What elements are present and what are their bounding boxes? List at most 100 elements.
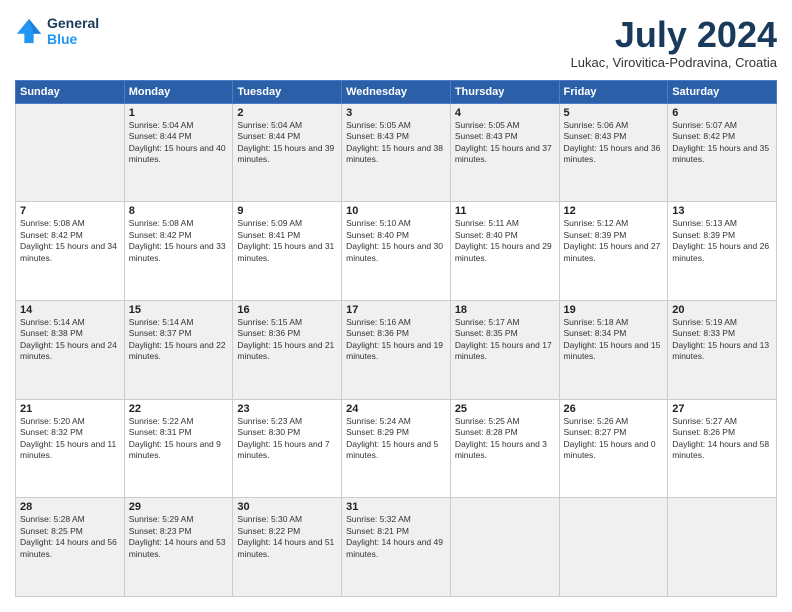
calendar-week-row: 7 Sunrise: 5:08 AMSunset: 8:42 PMDaylight…: [16, 202, 777, 301]
table-row: 29Sunrise: 5:29 AMSunset: 8:23 PMDayligh…: [124, 498, 233, 597]
day-info: Sunrise: 5:25 AMSunset: 8:28 PMDaylight:…: [455, 416, 555, 462]
table-row: 2Sunrise: 5:04 AMSunset: 8:44 PMDaylight…: [233, 103, 342, 202]
table-row: 7Sunrise: 5:08 AMSunset: 8:42 PMDaylight…: [16, 202, 125, 301]
table-row: [559, 498, 668, 597]
table-row: 8Sunrise: 5:08 AMSunset: 8:42 PMDaylight…: [124, 202, 233, 301]
header-friday: Friday: [559, 80, 668, 103]
calendar-week-row: 1Sunrise: 5:04 AMSunset: 8:44 PMDaylight…: [16, 103, 777, 202]
day-number: 12: [564, 205, 664, 217]
table-row: 5Sunrise: 5:06 AMSunset: 8:43 PMDaylight…: [559, 103, 668, 202]
calendar-week-row: 14Sunrise: 5:14 AMSunset: 8:38 PMDayligh…: [16, 300, 777, 399]
day-info: Sunrise: 5:19 AMSunset: 8:33 PMDaylight:…: [672, 317, 772, 363]
header-tuesday: Tuesday: [233, 80, 342, 103]
day-info: Sunrise: 5:09 AMSunset: 8:41 PMDaylight:…: [237, 218, 337, 264]
day-number: 16: [237, 304, 337, 316]
table-row: [16, 103, 125, 202]
day-info: Sunrise: 5:06 AMSunset: 8:43 PMDaylight:…: [564, 120, 664, 166]
month-title: July 2024: [571, 15, 777, 55]
day-info: Sunrise: 5:14 AMSunset: 8:38 PMDaylight:…: [20, 317, 120, 363]
table-row: 13Sunrise: 5:13 AMSunset: 8:39 PMDayligh…: [668, 202, 777, 301]
day-info: Sunrise: 5:04 AMSunset: 8:44 PMDaylight:…: [129, 120, 229, 166]
day-number: 13: [672, 205, 772, 217]
day-number: 27: [672, 403, 772, 415]
header: General Blue July 2024 Lukac, Virovitica…: [15, 15, 777, 70]
day-info: Sunrise: 5:11 AMSunset: 8:40 PMDaylight:…: [455, 218, 555, 264]
table-row: 30Sunrise: 5:30 AMSunset: 8:22 PMDayligh…: [233, 498, 342, 597]
table-row: 17Sunrise: 5:16 AMSunset: 8:36 PMDayligh…: [342, 300, 451, 399]
day-number: 26: [564, 403, 664, 415]
header-monday: Monday: [124, 80, 233, 103]
table-row: [450, 498, 559, 597]
table-row: [668, 498, 777, 597]
day-number: 10: [346, 205, 446, 217]
day-number: 19: [564, 304, 664, 316]
day-number: 6: [672, 107, 772, 119]
day-info: Sunrise: 5:23 AMSunset: 8:30 PMDaylight:…: [237, 416, 337, 462]
calendar-week-row: 21Sunrise: 5:20 AMSunset: 8:32 PMDayligh…: [16, 399, 777, 498]
day-number: 9: [237, 205, 337, 217]
day-number: 29: [129, 501, 229, 513]
header-sunday: Sunday: [16, 80, 125, 103]
day-info: Sunrise: 5:26 AMSunset: 8:27 PMDaylight:…: [564, 416, 664, 462]
table-row: 27Sunrise: 5:27 AMSunset: 8:26 PMDayligh…: [668, 399, 777, 498]
table-row: 11Sunrise: 5:11 AMSunset: 8:40 PMDayligh…: [450, 202, 559, 301]
day-number: 4: [455, 107, 555, 119]
table-row: 9Sunrise: 5:09 AMSunset: 8:41 PMDaylight…: [233, 202, 342, 301]
day-info: Sunrise: 5:16 AMSunset: 8:36 PMDaylight:…: [346, 317, 446, 363]
day-info: Sunrise: 5:27 AMSunset: 8:26 PMDaylight:…: [672, 416, 772, 462]
day-info: Sunrise: 5:20 AMSunset: 8:32 PMDaylight:…: [20, 416, 120, 462]
day-info: Sunrise: 5:13 AMSunset: 8:39 PMDaylight:…: [672, 218, 772, 264]
header-thursday: Thursday: [450, 80, 559, 103]
day-info: Sunrise: 5:30 AMSunset: 8:22 PMDaylight:…: [237, 514, 337, 560]
day-info: Sunrise: 5:15 AMSunset: 8:36 PMDaylight:…: [237, 317, 337, 363]
day-info: Sunrise: 5:08 AMSunset: 8:42 PMDaylight:…: [129, 218, 229, 264]
day-number: 17: [346, 304, 446, 316]
table-row: 23Sunrise: 5:23 AMSunset: 8:30 PMDayligh…: [233, 399, 342, 498]
day-info: Sunrise: 5:10 AMSunset: 8:40 PMDaylight:…: [346, 218, 446, 264]
table-row: 12Sunrise: 5:12 AMSunset: 8:39 PMDayligh…: [559, 202, 668, 301]
table-row: 16Sunrise: 5:15 AMSunset: 8:36 PMDayligh…: [233, 300, 342, 399]
table-row: 18Sunrise: 5:17 AMSunset: 8:35 PMDayligh…: [450, 300, 559, 399]
title-section: July 2024 Lukac, Virovitica-Podravina, C…: [571, 15, 777, 70]
table-row: 4Sunrise: 5:05 AMSunset: 8:43 PMDaylight…: [450, 103, 559, 202]
table-row: 1Sunrise: 5:04 AMSunset: 8:44 PMDaylight…: [124, 103, 233, 202]
day-number: 30: [237, 501, 337, 513]
day-info: Sunrise: 5:18 AMSunset: 8:34 PMDaylight:…: [564, 317, 664, 363]
day-number: 23: [237, 403, 337, 415]
location: Lukac, Virovitica-Podravina, Croatia: [571, 55, 777, 70]
day-number: 14: [20, 304, 120, 316]
day-number: 21: [20, 403, 120, 415]
table-row: 24Sunrise: 5:24 AMSunset: 8:29 PMDayligh…: [342, 399, 451, 498]
table-row: 31Sunrise: 5:32 AMSunset: 8:21 PMDayligh…: [342, 498, 451, 597]
day-info: Sunrise: 5:05 AMSunset: 8:43 PMDaylight:…: [455, 120, 555, 166]
calendar-header-row: Sunday Monday Tuesday Wednesday Thursday…: [16, 80, 777, 103]
table-row: 10Sunrise: 5:10 AMSunset: 8:40 PMDayligh…: [342, 202, 451, 301]
header-wednesday: Wednesday: [342, 80, 451, 103]
day-number: 15: [129, 304, 229, 316]
calendar-page: General Blue July 2024 Lukac, Virovitica…: [0, 0, 792, 612]
table-row: 19Sunrise: 5:18 AMSunset: 8:34 PMDayligh…: [559, 300, 668, 399]
day-info: Sunrise: 5:07 AMSunset: 8:42 PMDaylight:…: [672, 120, 772, 166]
table-row: 6Sunrise: 5:07 AMSunset: 8:42 PMDaylight…: [668, 103, 777, 202]
day-number: 7: [20, 205, 120, 217]
day-info: Sunrise: 5:12 AMSunset: 8:39 PMDaylight:…: [564, 218, 664, 264]
day-number: 31: [346, 501, 446, 513]
calendar-week-row: 28Sunrise: 5:28 AMSunset: 8:25 PMDayligh…: [16, 498, 777, 597]
table-row: 22Sunrise: 5:22 AMSunset: 8:31 PMDayligh…: [124, 399, 233, 498]
logo: General Blue: [15, 15, 99, 47]
day-number: 28: [20, 501, 120, 513]
day-number: 18: [455, 304, 555, 316]
table-row: 28Sunrise: 5:28 AMSunset: 8:25 PMDayligh…: [16, 498, 125, 597]
table-row: 15Sunrise: 5:14 AMSunset: 8:37 PMDayligh…: [124, 300, 233, 399]
day-info: Sunrise: 5:28 AMSunset: 8:25 PMDaylight:…: [20, 514, 120, 560]
day-number: 24: [346, 403, 446, 415]
day-number: 1: [129, 107, 229, 119]
day-number: 25: [455, 403, 555, 415]
table-row: 25Sunrise: 5:25 AMSunset: 8:28 PMDayligh…: [450, 399, 559, 498]
day-info: Sunrise: 5:32 AMSunset: 8:21 PMDaylight:…: [346, 514, 446, 560]
day-info: Sunrise: 5:29 AMSunset: 8:23 PMDaylight:…: [129, 514, 229, 560]
table-row: 3Sunrise: 5:05 AMSunset: 8:43 PMDaylight…: [342, 103, 451, 202]
day-info: Sunrise: 5:17 AMSunset: 8:35 PMDaylight:…: [455, 317, 555, 363]
day-number: 22: [129, 403, 229, 415]
logo-icon: [15, 17, 43, 45]
